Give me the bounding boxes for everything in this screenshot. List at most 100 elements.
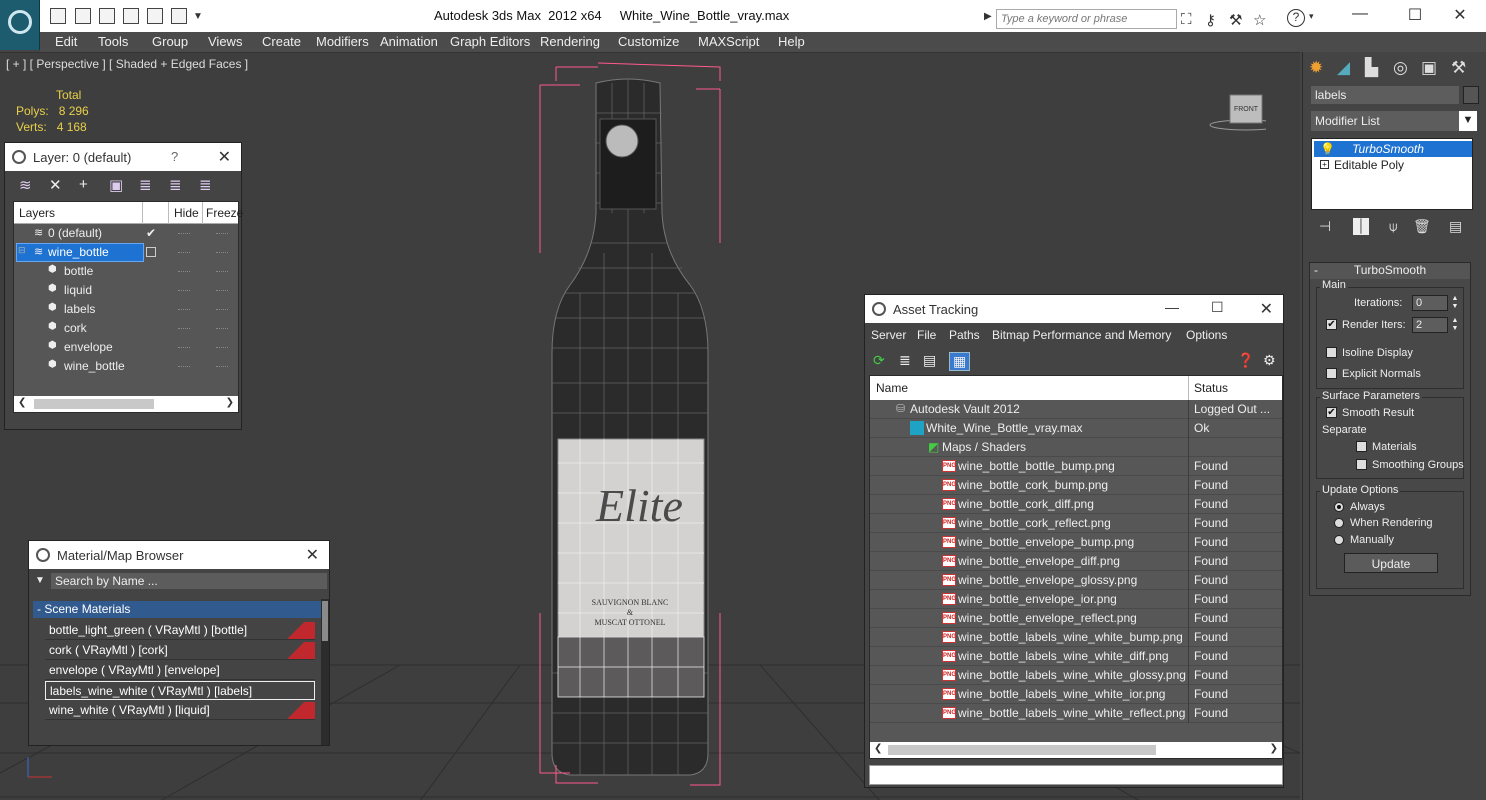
undo-icon[interactable] (147, 8, 163, 24)
help-dropdown-icon[interactable]: ▾ (1309, 11, 1314, 22)
update-button[interactable]: Update (1344, 553, 1438, 573)
menu-rendering[interactable]: Rendering (540, 34, 600, 49)
asset-row-png[interactable]: PNG wine_bottle_labels_wine_white_reflect… (870, 704, 1282, 723)
app-logo-button[interactable] (0, 0, 40, 50)
minimize-button[interactable]: — (1350, 5, 1370, 23)
menu-create[interactable]: Create (262, 34, 301, 49)
always-radio[interactable] (1334, 502, 1344, 512)
layer-horizontal-scrollbar[interactable]: ❮ ❯ (14, 396, 238, 412)
table-view-icon[interactable]: ▦ (949, 352, 971, 371)
close-icon[interactable]: ✕ (306, 545, 319, 565)
display-tab-icon[interactable]: ▣ (1421, 58, 1437, 78)
collapse-icon[interactable]: ⊟ (18, 245, 26, 256)
materials-checkbox[interactable] (1356, 441, 1367, 452)
help-icon[interactable]: ? (1287, 9, 1305, 27)
layer-panel-titlebar[interactable]: Layer: 0 (default) ? ✕ (5, 143, 241, 171)
maximize-button[interactable]: ☐ (1405, 5, 1425, 25)
scroll-left-icon[interactable]: ❮ (874, 743, 882, 754)
render-iters-checkbox[interactable]: ✔ (1326, 319, 1337, 330)
asset-menu-bitmap[interactable]: Bitmap Performance and Memory (992, 328, 1171, 342)
asset-row-png[interactable]: PNG wine_bottle_bottle_bump.png Found (870, 457, 1282, 476)
layer-row-default[interactable]: ≋ 0 (default) ✔ (14, 224, 238, 243)
asset-tracking-titlebar[interactable]: Asset Tracking — ☐ ✕ (865, 295, 1283, 323)
create-tab-icon[interactable]: ✹ (1309, 58, 1323, 78)
scroll-left-icon[interactable]: ❮ (18, 397, 26, 408)
create-layer-icon[interactable]: ≋ (19, 176, 32, 194)
settings-help-icon[interactable]: ⚙ (1263, 352, 1276, 369)
object-row-bottle[interactable]: ⬢ bottle (14, 262, 238, 281)
configure-sets-icon[interactable]: ▤ (1449, 218, 1462, 235)
make-current-icon[interactable] (146, 247, 156, 257)
help-icon[interactable]: ? (171, 149, 178, 164)
wine-bottle-mesh[interactable]: Elite SAUVIGNON BLANC & MUSCAT OTTONEL (551, 78, 709, 776)
asset-row-png[interactable]: PNG wine_bottle_labels_wine_white_diff.pn… (870, 647, 1282, 666)
asset-menu-server[interactable]: Server (871, 328, 906, 342)
turbosmooth-rollout-header[interactable]: - TurboSmooth (1310, 263, 1470, 279)
when-rendering-radio[interactable] (1334, 518, 1344, 528)
key-icon[interactable]: ⚷ (1205, 11, 1216, 29)
filter-dropdown-icon[interactable]: ▼ (35, 575, 45, 586)
viewcube[interactable]: FRONT (1206, 93, 1266, 137)
modify-tab-icon[interactable]: ◢ (1337, 58, 1350, 78)
asset-row-png[interactable]: PNG wine_bottle_envelope_bump.png Found (870, 533, 1282, 552)
menu-modifiers[interactable]: Modifiers (316, 34, 369, 49)
menu-tools[interactable]: Tools (98, 34, 128, 49)
object-row-wine-bottle[interactable]: ⬢ wine_bottle (14, 357, 238, 376)
asset-row-maps[interactable]: ◩ Maps / Shaders (870, 438, 1282, 457)
exchange-icon[interactable]: ⚒ (1229, 11, 1242, 29)
scroll-thumb[interactable] (34, 399, 154, 409)
close-icon[interactable]: ✕ (218, 147, 231, 167)
modifier-list-dropdown[interactable]: Modifier List ▼ (1311, 111, 1477, 131)
refresh-icon[interactable]: ⟳ (873, 352, 885, 369)
object-row-labels[interactable]: ⬢ labels (14, 300, 238, 319)
binoculars-icon[interactable]: ⛶ (1181, 11, 1192, 28)
menu-graph-editors[interactable]: Graph Editors (450, 34, 530, 49)
object-row-envelope[interactable]: ⬢ envelope (14, 338, 238, 357)
search-expand-icon[interactable]: ▶ (984, 11, 992, 22)
render-iters-spinner[interactable]: 2 (1412, 317, 1448, 333)
material-item-selected[interactable]: labels_wine_white ( VRayMtl ) [labels] (45, 681, 315, 700)
select-objects-icon[interactable]: ▣ (109, 176, 123, 194)
menu-views[interactable]: Views (208, 34, 242, 49)
menu-help[interactable]: Help (778, 34, 805, 49)
stack-item-editable-poly[interactable]: + Editable Poly (1314, 157, 1472, 173)
close-icon[interactable]: ✕ (1260, 299, 1273, 319)
layers-column-header[interactable]: Layers (19, 206, 55, 220)
show-end-result-icon[interactable]: ⏐ (1353, 218, 1369, 235)
redo-icon[interactable] (171, 8, 187, 24)
material-browser-titlebar[interactable]: Material/Map Browser ✕ (29, 541, 329, 569)
scroll-right-icon[interactable]: ❯ (1270, 743, 1278, 754)
asset-path-field[interactable] (869, 765, 1283, 785)
hold-icon[interactable] (123, 8, 139, 24)
object-name-input[interactable]: labels (1311, 86, 1459, 104)
freeze-all-icon[interactable]: ≣ (199, 176, 212, 194)
asset-row-png[interactable]: PNG wine_bottle_labels_wine_white_ior.png… (870, 685, 1282, 704)
help-context-icon[interactable]: ❓ (1237, 352, 1254, 369)
detail-view-icon[interactable]: ▤ (923, 352, 936, 369)
stack-item-turbosmooth[interactable]: 💡 TurboSmooth (1314, 141, 1472, 157)
asset-row-vault[interactable]: ⛁ Autodesk Vault 2012 Logged Out ... (870, 400, 1282, 419)
layer-row-wine-bottle[interactable]: ⊟ ≋ wine_bottle (14, 243, 238, 262)
asset-row-png[interactable]: PNG wine_bottle_cork_diff.png Found (870, 495, 1282, 514)
menu-maxscript[interactable]: MAXScript (698, 34, 759, 49)
asset-menu-paths[interactable]: Paths (949, 328, 980, 342)
new-file-icon[interactable] (99, 8, 115, 24)
object-row-liquid[interactable]: ⬢ liquid (14, 281, 238, 300)
motion-tab-icon[interactable]: ◎ (1393, 58, 1408, 78)
save-file-icon[interactable] (75, 8, 91, 24)
scroll-right-icon[interactable]: ❯ (226, 397, 234, 408)
material-item[interactable]: wine_white ( VRayMtl ) [liquid] (45, 701, 315, 720)
isoline-display-checkbox[interactable] (1326, 347, 1337, 358)
delete-layer-icon[interactable]: ✕ (49, 176, 62, 194)
close-window-button[interactable]: ✕ (1450, 5, 1470, 25)
hide-all-icon[interactable]: ≣ (169, 176, 182, 194)
scroll-thumb[interactable] (322, 601, 328, 641)
utilities-tab-icon[interactable]: ⚒ (1451, 58, 1466, 78)
scene-materials-section[interactable]: - Scene Materials (33, 601, 321, 618)
iterations-spinner[interactable]: 0 (1412, 295, 1448, 311)
minimize-button[interactable]: — (1165, 299, 1179, 315)
scroll-thumb[interactable] (888, 745, 1156, 755)
pin-stack-icon[interactable]: ⊣ (1319, 218, 1331, 235)
object-row-cork[interactable]: ⬢ cork (14, 319, 238, 338)
highlight-layer-icon[interactable]: ≣ (139, 176, 152, 194)
